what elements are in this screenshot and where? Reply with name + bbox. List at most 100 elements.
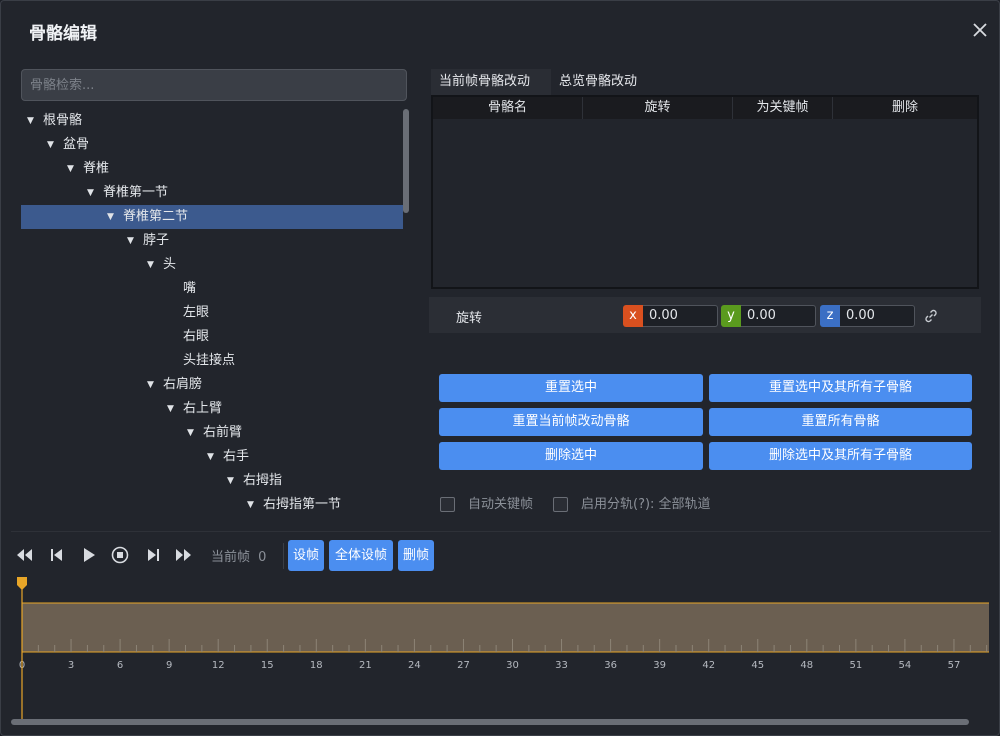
tick-label: 48	[800, 660, 813, 671]
tree-node[interactable]: ▼ 脖子	[21, 229, 403, 253]
expand-arrow-icon[interactable]: ▼	[47, 133, 54, 157]
tree-node-label: 右拇指	[243, 473, 283, 488]
tree-scrollbar[interactable]	[403, 109, 409, 213]
timeline[interactable]: 036912151821242730333639424548515457	[1, 575, 1000, 735]
expand-arrow-icon[interactable]: ▼	[247, 493, 254, 517]
col-keyframe: 为关键帧	[733, 97, 833, 119]
tree-node[interactable]: ▼ 右手	[21, 445, 403, 469]
tree-node-label: 右手	[223, 449, 250, 464]
expand-arrow-icon[interactable]: ▼	[207, 445, 214, 469]
tree-node-label: 脊椎	[83, 161, 110, 176]
expand-arrow-icon[interactable]: ▼	[227, 469, 234, 493]
tick-label: 18	[310, 660, 323, 671]
current-frame-value: 0	[258, 550, 267, 565]
tree-node[interactable]: 头挂接点	[21, 349, 403, 373]
set-all-frames-button[interactable]: 全体设帧	[329, 540, 393, 571]
tree-node[interactable]: ▼ 右上臂	[21, 397, 403, 421]
rotation-y-input[interactable]: 0.00	[741, 305, 816, 327]
tree-node-label: 右眼	[183, 329, 210, 344]
expand-arrow-icon[interactable]: ▼	[27, 109, 34, 133]
tick-label: 36	[604, 660, 617, 671]
tree-node[interactable]: ▼ 脊椎	[21, 157, 403, 181]
tick-label: 6	[117, 660, 123, 671]
tree-node[interactable]: ▼ 根骨骼	[21, 109, 403, 133]
expand-arrow-icon[interactable]: ▼	[87, 181, 94, 205]
col-delete: 删除	[891, 100, 918, 115]
expand-arrow-icon[interactable]: ▼	[167, 397, 174, 421]
tick-label: 21	[359, 660, 372, 671]
tree-node[interactable]: 左眼	[21, 301, 403, 325]
tree-node-label: 脊椎第一节	[103, 185, 169, 200]
expand-arrow-icon[interactable]: ▼	[107, 205, 114, 229]
rotation-x: x 0.00	[623, 305, 718, 327]
delete-selected-button[interactable]: 删除选中	[439, 442, 703, 470]
tree-node[interactable]: 嘴	[21, 277, 403, 301]
tree-node-label: 右上臂	[183, 401, 223, 416]
tree-node[interactable]: ▼ 右前臂	[21, 421, 403, 445]
delete-selected-children-button[interactable]: 删除选中及其所有子骨骼	[709, 442, 972, 470]
rotation-z-input[interactable]: 0.00	[840, 305, 915, 327]
expand-arrow-icon[interactable]: ▼	[67, 157, 74, 181]
rotation-label: 旋转	[456, 311, 483, 326]
tree-node[interactable]: ▼ 右拇指	[21, 469, 403, 493]
tree-node[interactable]: ▼ 右拇指第一节	[21, 493, 403, 517]
tree-node-label: 盆骨	[63, 137, 90, 152]
tree-node[interactable]: ▼ 右肩膀	[21, 373, 403, 397]
tick-label: 33	[555, 660, 568, 671]
tick-label: 54	[899, 660, 912, 671]
tree-node-label: 脊椎第二节	[123, 209, 189, 224]
tab-overview-changes[interactable]: 总览骨骼改动	[551, 69, 667, 95]
timeline-scrollbar[interactable]	[11, 719, 969, 725]
auto-keyframe-checkbox[interactable]	[440, 497, 455, 512]
delete-frame-button[interactable]: 删帧	[398, 540, 434, 571]
tick-label: 57	[948, 660, 961, 671]
tick-label: 9	[166, 660, 172, 671]
split-track-label: 启用分轨(?): 全部轨道	[581, 497, 711, 512]
playhead-handle[interactable]	[17, 577, 27, 590]
timeline-track	[22, 603, 989, 652]
link-icon[interactable]	[923, 308, 939, 324]
rewind-icon[interactable]	[13, 545, 37, 565]
set-frame-button[interactable]: 设帧	[288, 540, 324, 571]
tick-label: 42	[702, 660, 715, 671]
dialog-title: 骨骼编辑	[29, 24, 97, 44]
z-axis-tag: z	[820, 305, 840, 327]
tree-node[interactable]: ▼ 头	[21, 253, 403, 277]
reset-selected-children-button[interactable]: 重置选中及其所有子骨骼	[709, 374, 972, 402]
bone-search-input[interactable]	[21, 69, 407, 101]
previous-frame-icon[interactable]	[45, 545, 69, 565]
tick-label: 15	[261, 660, 274, 671]
next-frame-icon[interactable]	[141, 545, 165, 565]
tree-node[interactable]: ▼ 盆骨	[21, 133, 403, 157]
expand-arrow-icon[interactable]: ▼	[147, 253, 154, 277]
tree-node-label: 头挂接点	[183, 353, 236, 368]
tab-current-frame-changes[interactable]: 当前帧骨骼改动	[431, 69, 563, 95]
close-icon[interactable]	[969, 19, 991, 41]
rotation-x-input[interactable]: 0.00	[643, 305, 718, 327]
expand-arrow-icon[interactable]: ▼	[187, 421, 194, 445]
reset-selected-button[interactable]: 重置选中	[439, 374, 703, 402]
stop-icon[interactable]	[108, 545, 132, 565]
reset-all-button[interactable]: 重置所有骨骼	[709, 408, 972, 436]
rotation-row: 旋转 x 0.00 y 0.00 z 0.00	[429, 297, 981, 333]
expand-arrow-icon[interactable]: ▼	[147, 373, 154, 397]
y-axis-tag: y	[721, 305, 741, 327]
tree-node-label: 左眼	[183, 305, 210, 320]
bone-tree: ▼ 根骨骼 ▼ 盆骨 ▼ 脊椎 ▼ 脊椎第一节 ▼ 脊椎第二节 ▼ 脖子 ▼ 头嘴左眼 右眼 头挂接点 ▼ 右肩膀…	[21, 109, 403, 519]
rotation-z: z 0.00	[820, 305, 915, 327]
play-icon[interactable]	[77, 545, 101, 565]
tree-node[interactable]: 右眼	[21, 325, 403, 349]
tick-label: 24	[408, 660, 421, 671]
tree-node[interactable]: ▼ 脊椎第一节	[21, 181, 403, 205]
reset-current-frame-button[interactable]: 重置当前帧改动骨骼	[439, 408, 703, 436]
tick-label: 12	[212, 660, 225, 671]
tree-node-label: 头	[163, 257, 177, 272]
tree-node[interactable]: ▼ 脊椎第二节	[21, 205, 403, 229]
current-frame-display: 当前帧 0	[211, 546, 266, 565]
tick-label: 30	[506, 660, 519, 671]
split-track-checkbox[interactable]	[553, 497, 568, 512]
fast-forward-icon[interactable]	[171, 545, 195, 565]
expand-arrow-icon[interactable]: ▼	[127, 229, 134, 253]
tick-label: 45	[751, 660, 764, 671]
x-axis-tag: x	[623, 305, 643, 327]
